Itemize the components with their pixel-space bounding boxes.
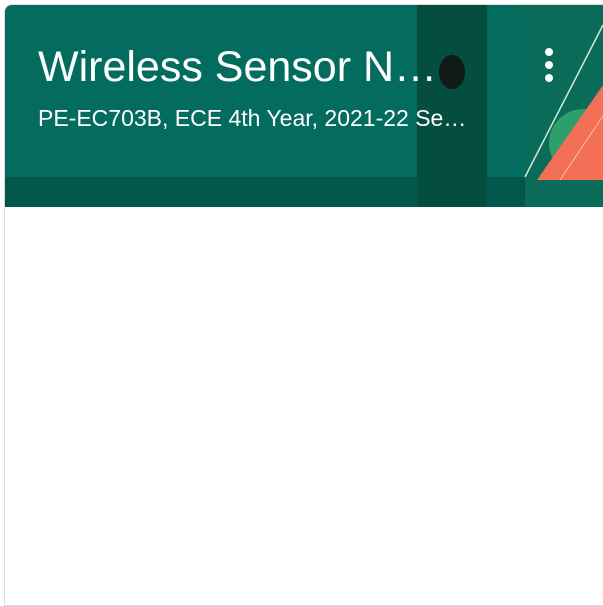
class-title[interactable]: Wireless Sensor Networks (38, 41, 443, 93)
class-card-body (5, 207, 603, 605)
more-options-button[interactable] (534, 43, 566, 83)
more-vert-icon-dot (545, 61, 553, 69)
class-subtitle: PE-EC703B, ECE 4th Year, 2021-22 Semeste… (38, 105, 484, 131)
class-card-header[interactable]: Wireless Sensor Networks PE-EC703B, ECE … (5, 5, 603, 207)
more-vert-icon-dot (545, 74, 553, 82)
class-card[interactable]: Wireless Sensor Networks PE-EC703B, ECE … (4, 4, 603, 606)
more-vert-icon (545, 48, 553, 56)
